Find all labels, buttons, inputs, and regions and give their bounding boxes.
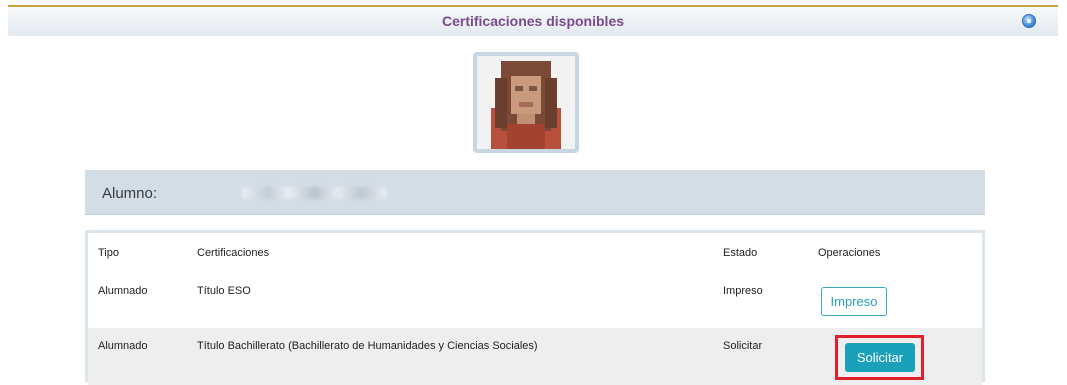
table-header-row: Tipo Certificaciones Estado Operaciones xyxy=(88,233,982,274)
impreso-button[interactable]: Impreso xyxy=(821,287,887,316)
column-header-estado: Estado xyxy=(723,247,758,259)
row-certificacion: Título ESO xyxy=(197,285,251,297)
row-certificacion: Título Bachillerato (Bachillerato de Hum… xyxy=(197,340,538,352)
student-photo xyxy=(473,52,579,153)
row-tipo: Alumnado xyxy=(98,340,148,352)
circle-arrow-icon[interactable] xyxy=(1022,14,1036,28)
page-header: Certificaciones disponibles xyxy=(8,5,1058,36)
row-estado: Solicitar xyxy=(723,340,763,352)
row-estado: Impreso xyxy=(723,285,763,297)
row-tipo: Alumnado xyxy=(98,285,148,297)
page-title: Certificaciones disponibles xyxy=(441,13,625,29)
student-panel: Alumno: xyxy=(85,170,985,215)
certifications-table: Tipo Certificaciones Estado Operaciones … xyxy=(85,230,985,385)
student-photo-image xyxy=(477,56,575,149)
column-header-operaciones: Operaciones xyxy=(818,247,881,259)
table-row: Alumnado Título ESO Impreso Impreso xyxy=(88,273,982,329)
student-name-redacted xyxy=(242,187,387,199)
column-header-tipo: Tipo xyxy=(98,247,119,259)
student-label: Alumno: xyxy=(102,185,158,202)
solicitar-button[interactable]: Solicitar xyxy=(845,343,915,372)
column-header-certificaciones: Certificaciones xyxy=(197,247,270,259)
